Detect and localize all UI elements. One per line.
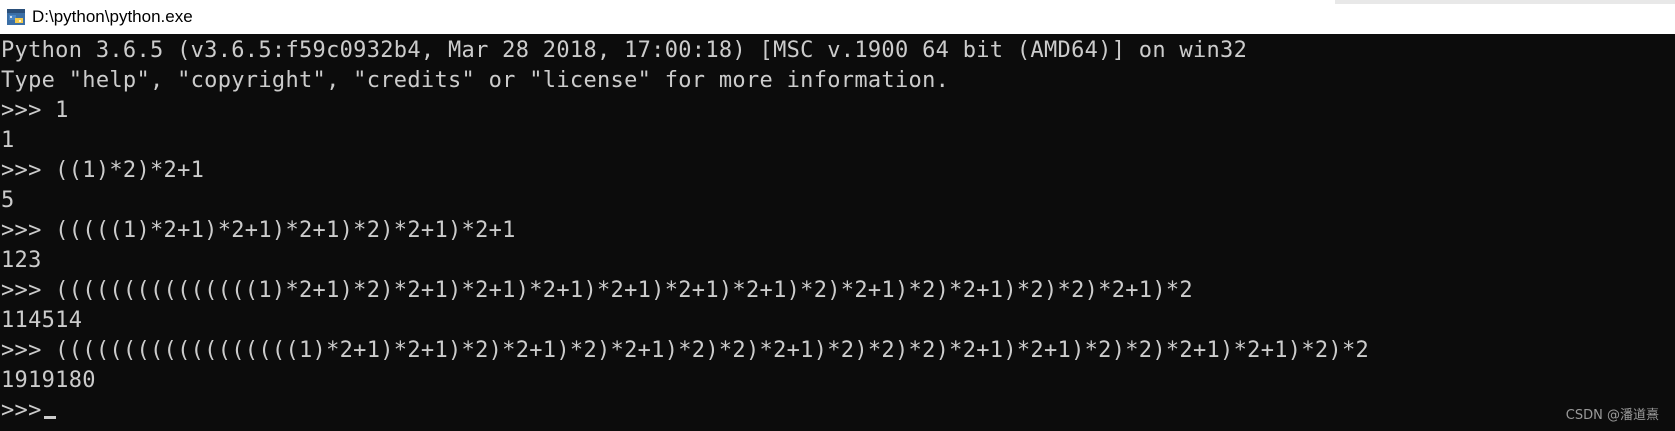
title-bar[interactable]: D:\python\python.exe xyxy=(0,0,1675,34)
console-banner-line: Python 3.6.5 (v3.6.5:f59c0932b4, Mar 28 … xyxy=(1,38,1248,63)
console-window: D:\python\python.exe Python 3.6.5 (v3.6.… xyxy=(0,0,1675,431)
console-output-line: 1 xyxy=(1,128,15,153)
window-title: D:\python\python.exe xyxy=(32,7,193,26)
python-icon xyxy=(7,9,25,25)
console-input-line: >>> ((((((((((((((((((1)*2+1)*2+1)*2)*2+… xyxy=(1,338,1370,363)
console-input-line: >>> ((1)*2)*2+1 xyxy=(1,158,205,183)
title-bar-accent xyxy=(1335,0,1675,4)
console-help-line: Type "help", "copyright", "credits" or "… xyxy=(1,68,950,93)
console-lines: Python 3.6.5 (v3.6.5:f59c0932b4, Mar 28 … xyxy=(1,36,1369,426)
console-input-line: >>> (((((((((((((((1)*2+1)*2)*2+1)*2+1)*… xyxy=(1,278,1193,303)
console-prompt: >>> xyxy=(1,398,42,423)
console-output-line: 114514 xyxy=(1,308,83,333)
console-output[interactable]: Python 3.6.5 (v3.6.5:f59c0932b4, Mar 28 … xyxy=(0,34,1675,431)
watermark: CSDN @潘道熹 xyxy=(1565,408,1659,423)
console-output-line: 1919180 xyxy=(1,368,96,393)
console-output-line: 123 xyxy=(1,248,42,273)
console-output-line: 5 xyxy=(1,188,15,213)
console-prompt-line[interactable]: >>> xyxy=(1,396,1369,426)
console-input-line: >>> 1 xyxy=(1,98,69,123)
console-input-line: >>> (((((1)*2+1)*2+1)*2+1)*2)*2+1)*2+1 xyxy=(1,218,516,243)
text-cursor xyxy=(43,416,56,419)
